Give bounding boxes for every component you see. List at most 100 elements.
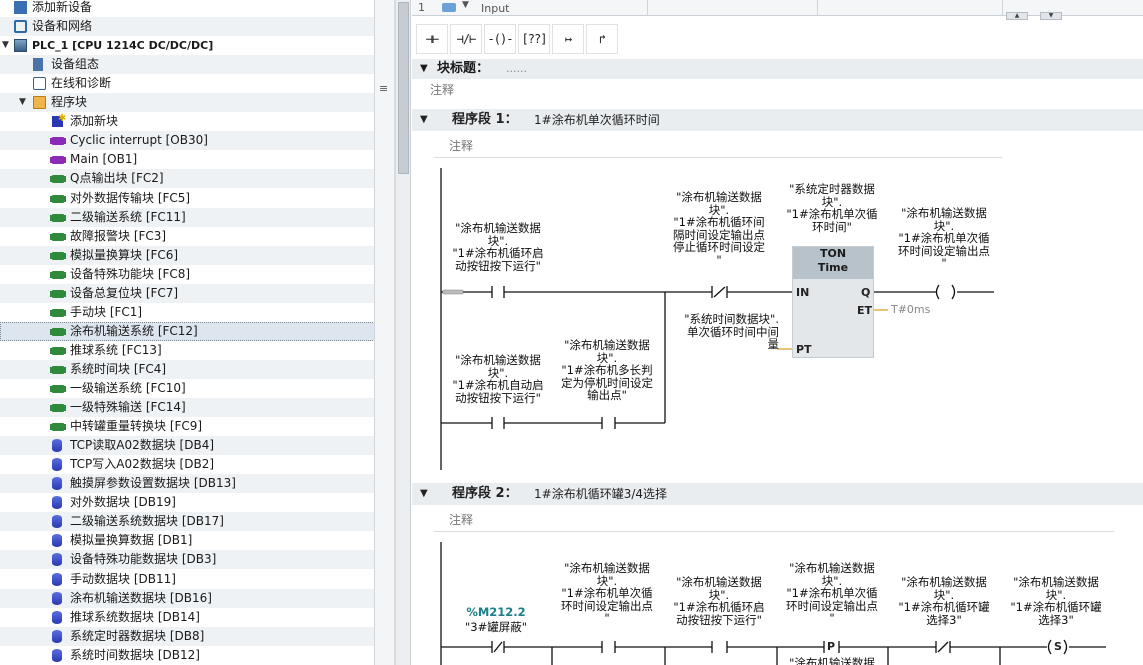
tree-item[interactable]: 涂布机输送数据块 [DB16] — [0, 589, 374, 608]
tree-item[interactable]: 模拟量换算数据 [DB1] — [0, 531, 374, 550]
pt-operand[interactable]: "系统时间数据块". 单次循环时间中间 量 — [667, 313, 779, 351]
db-icon — [52, 553, 62, 566]
tree-item-label: 触摸屏参数设置数据块 [DB13] — [70, 476, 236, 490]
tree-item[interactable]: 系统时间块 [FC4] — [0, 360, 374, 379]
tree-scrollbar[interactable] — [395, 0, 411, 665]
start-button-operand[interactable]: "涂布机输送数据 块". "1#涂布机循环启 动按钮按下运行" — [448, 222, 548, 272]
splitter-grip-icon[interactable]: ≡ — [379, 82, 388, 95]
tree-item[interactable]: 二级输送系统 [FC11] — [0, 208, 374, 227]
tree-item-label: TCP读取A02数据块 [DB4] — [70, 438, 215, 452]
tree-item-label: 模拟量换算数据 [DB1] — [70, 533, 193, 547]
tree-item-label: 模拟量换算块 [FC6] — [70, 248, 179, 262]
tree-item-label: 对外数据传输块 [FC5] — [70, 191, 191, 205]
coil-operand[interactable]: "涂布机输送数据 块". "1#涂布机单次循 环时间设定输出点 " — [894, 207, 994, 270]
db-icon — [52, 496, 62, 509]
tree-item[interactable]: 触摸屏参数设置数据块 [DB13] — [0, 474, 374, 493]
tree-item[interactable]: 中转罐重量转换块 [FC9] — [0, 417, 374, 436]
folder-icon — [33, 96, 46, 109]
ton-q-pin: Q — [861, 286, 871, 299]
tree-item-label: 系统定时器数据块 [DB8] — [70, 629, 205, 643]
tree-item[interactable]: 系统定时器数据块 [DB8] — [0, 627, 374, 646]
auto-button-operand[interactable]: "涂布机输送数据 块". "1#涂布机自动启 动按钮按下运行" — [448, 354, 548, 404]
fc-icon — [52, 252, 64, 260]
tree-item-label: 在线和诊断 — [51, 76, 112, 90]
tree-item[interactable]: 设备总复位块 [FC7] — [0, 284, 374, 303]
fc-icon — [52, 214, 64, 222]
tree-item[interactable]: 手动数据块 [DB11] — [0, 570, 374, 589]
n2-op6[interactable]: "涂布机输送数据 块". "1#涂布机循环罐 选择3" — [1006, 576, 1106, 626]
tree-item[interactable]: 模拟量换算块 [FC6] — [0, 246, 374, 265]
tree-item[interactable]: Q点输出块 [FC2] — [0, 169, 374, 188]
tree-item[interactable]: 设备组态 — [0, 55, 374, 74]
tree-item-label: 添加新设备 — [32, 0, 93, 14]
tree-item-label: 涂布机输送系统 [FC12] — [70, 324, 198, 338]
n2-op5[interactable]: "涂布机输送数据 块". "1#涂布机循环罐 选择3" — [894, 576, 994, 626]
ladder-editor: 1 ▼ Input ▲ ▼ ⊣⊢ ⊣/⊢ -()- [??] ↦ ↱ ▼ 块标题… — [412, 0, 1143, 665]
project-tree: 添加新设备设备和网络 ▼ PLC_1 [CPU 1214C DC/DC/DC] 设备组… — [0, 0, 375, 665]
ton-pt-pin: PT — [796, 343, 812, 356]
tree-item[interactable]: 对外数据块 [DB19] — [0, 493, 374, 512]
tree-item[interactable]: TCP写入A02数据块 [DB2] — [0, 455, 374, 474]
tree-item[interactable]: ▼ PLC_1 [CPU 1214C DC/DC/DC] — [0, 36, 374, 55]
tree-item[interactable]: 一级输送系统 [FC10] — [0, 379, 374, 398]
tree-item[interactable]: Cyclic interrupt [OB30] — [0, 131, 374, 150]
tree-item[interactable]: 推球系统 [FC13] — [0, 341, 374, 360]
tree-item[interactable]: 设备特殊功能块 [FC8] — [0, 265, 374, 284]
tree-item[interactable]: 添加新块 — [0, 109, 374, 131]
db-icon — [52, 439, 62, 452]
n2-op2[interactable]: "涂布机输送数据 块". "1#涂布机单次循 环时间设定输出点 " — [557, 562, 657, 625]
panel-splitter[interactable]: ≡ — [375, 0, 395, 665]
tree-item-label: 系统时间块 [FC4] — [70, 362, 167, 376]
tree-item-label: 设备和网络 — [32, 19, 93, 33]
tree-item[interactable]: Main [OB1] — [0, 150, 374, 169]
m-name-operand[interactable]: "3#罐屏蔽" — [446, 621, 546, 634]
tree-item[interactable]: 涂布机输送系统 [FC12] — [0, 322, 374, 341]
db-icon — [52, 649, 62, 662]
tree-item-label: TCP写入A02数据块 [DB2] — [70, 457, 215, 471]
tree-item[interactable]: 在线和诊断 — [0, 74, 374, 93]
tree-item[interactable]: 系统时间数据块 [DB12] — [0, 646, 374, 665]
expand-arrow-icon[interactable]: ▼ — [2, 36, 9, 55]
plc-icon — [14, 39, 27, 52]
ton-subtype-label: Time — [817, 261, 849, 274]
p-contact-label: P — [827, 640, 836, 653]
device-config-icon — [33, 58, 43, 71]
et-value[interactable]: T#0ms — [891, 303, 930, 316]
tree-item-label: 一级输送系统 [FC10] — [70, 381, 186, 395]
tree-item-label: 中转罐重量转换块 [FC9] — [70, 419, 203, 433]
tree-item-label: 手动块 [FC1] — [70, 305, 143, 319]
tree-item[interactable]: TCP读取A02数据块 [DB4] — [0, 436, 374, 455]
tree-item-label: 故障报警块 [FC3] — [70, 229, 167, 243]
interval-stop-operand[interactable]: "涂布机输送数据 块". "1#涂布机循环间 隔时间设定输出点 停止循环时间设定… — [669, 191, 769, 266]
scrollbar-thumb[interactable] — [398, 2, 409, 174]
tree-item[interactable]: 添加新设备 — [0, 0, 374, 17]
add-block-icon — [52, 109, 66, 128]
tree-item[interactable]: 故障报警块 [FC3] — [0, 227, 374, 246]
tree-item[interactable]: 设备特殊功能数据块 [DB3] — [0, 550, 374, 569]
tree-item[interactable]: 对外数据传输块 [FC5] — [0, 189, 374, 208]
fc-icon — [52, 271, 64, 279]
judge-operand[interactable]: "涂布机输送数据 块". "1#涂布机多长判 定为停机时间设定 输出点" — [557, 339, 657, 402]
tree-item-label: 对外数据块 [DB19] — [70, 495, 176, 509]
db-icon — [52, 515, 62, 528]
n2-op4[interactable]: "涂布机输送数据 块". "1#涂布机单次循 环时间设定输出点 " — [782, 562, 882, 625]
n2-op-bottom[interactable]: "涂布机输送数据 — [782, 657, 882, 665]
tree-item-label: Main [OB1] — [70, 152, 138, 166]
n2-op3[interactable]: "涂布机输送数据 块". "1#涂布机循环启 动按钮按下运行" — [669, 576, 769, 626]
expand-arrow-icon[interactable]: ▼ — [19, 93, 26, 112]
db-icon — [52, 592, 62, 605]
tree-item-label: 设备特殊功能数据块 [DB3] — [70, 552, 217, 566]
tree-item[interactable]: 设备和网络 — [0, 17, 374, 36]
tree-item[interactable]: 手动块 [FC1] — [0, 303, 374, 322]
m-address-operand[interactable]: %M212.2 — [446, 606, 546, 619]
ton-in-pin: IN — [796, 286, 810, 299]
tree-item[interactable]: 二级输送系统数据块 [DB17] — [0, 512, 374, 531]
db-icon — [52, 458, 62, 471]
fc-icon — [52, 347, 64, 355]
tree-item-label: 手动数据块 [DB11] — [70, 572, 176, 586]
network-icon — [14, 20, 27, 33]
timer-db-operand[interactable]: "系统定时器数据 块". "1#涂布机单次循 环时间" — [782, 183, 882, 233]
tree-item[interactable]: 推球系统数据块 [DB14] — [0, 608, 374, 627]
tree-item[interactable]: 一级特殊输送 [FC14] — [0, 398, 374, 417]
tree-item[interactable]: ▼ 程序块 — [0, 93, 374, 112]
